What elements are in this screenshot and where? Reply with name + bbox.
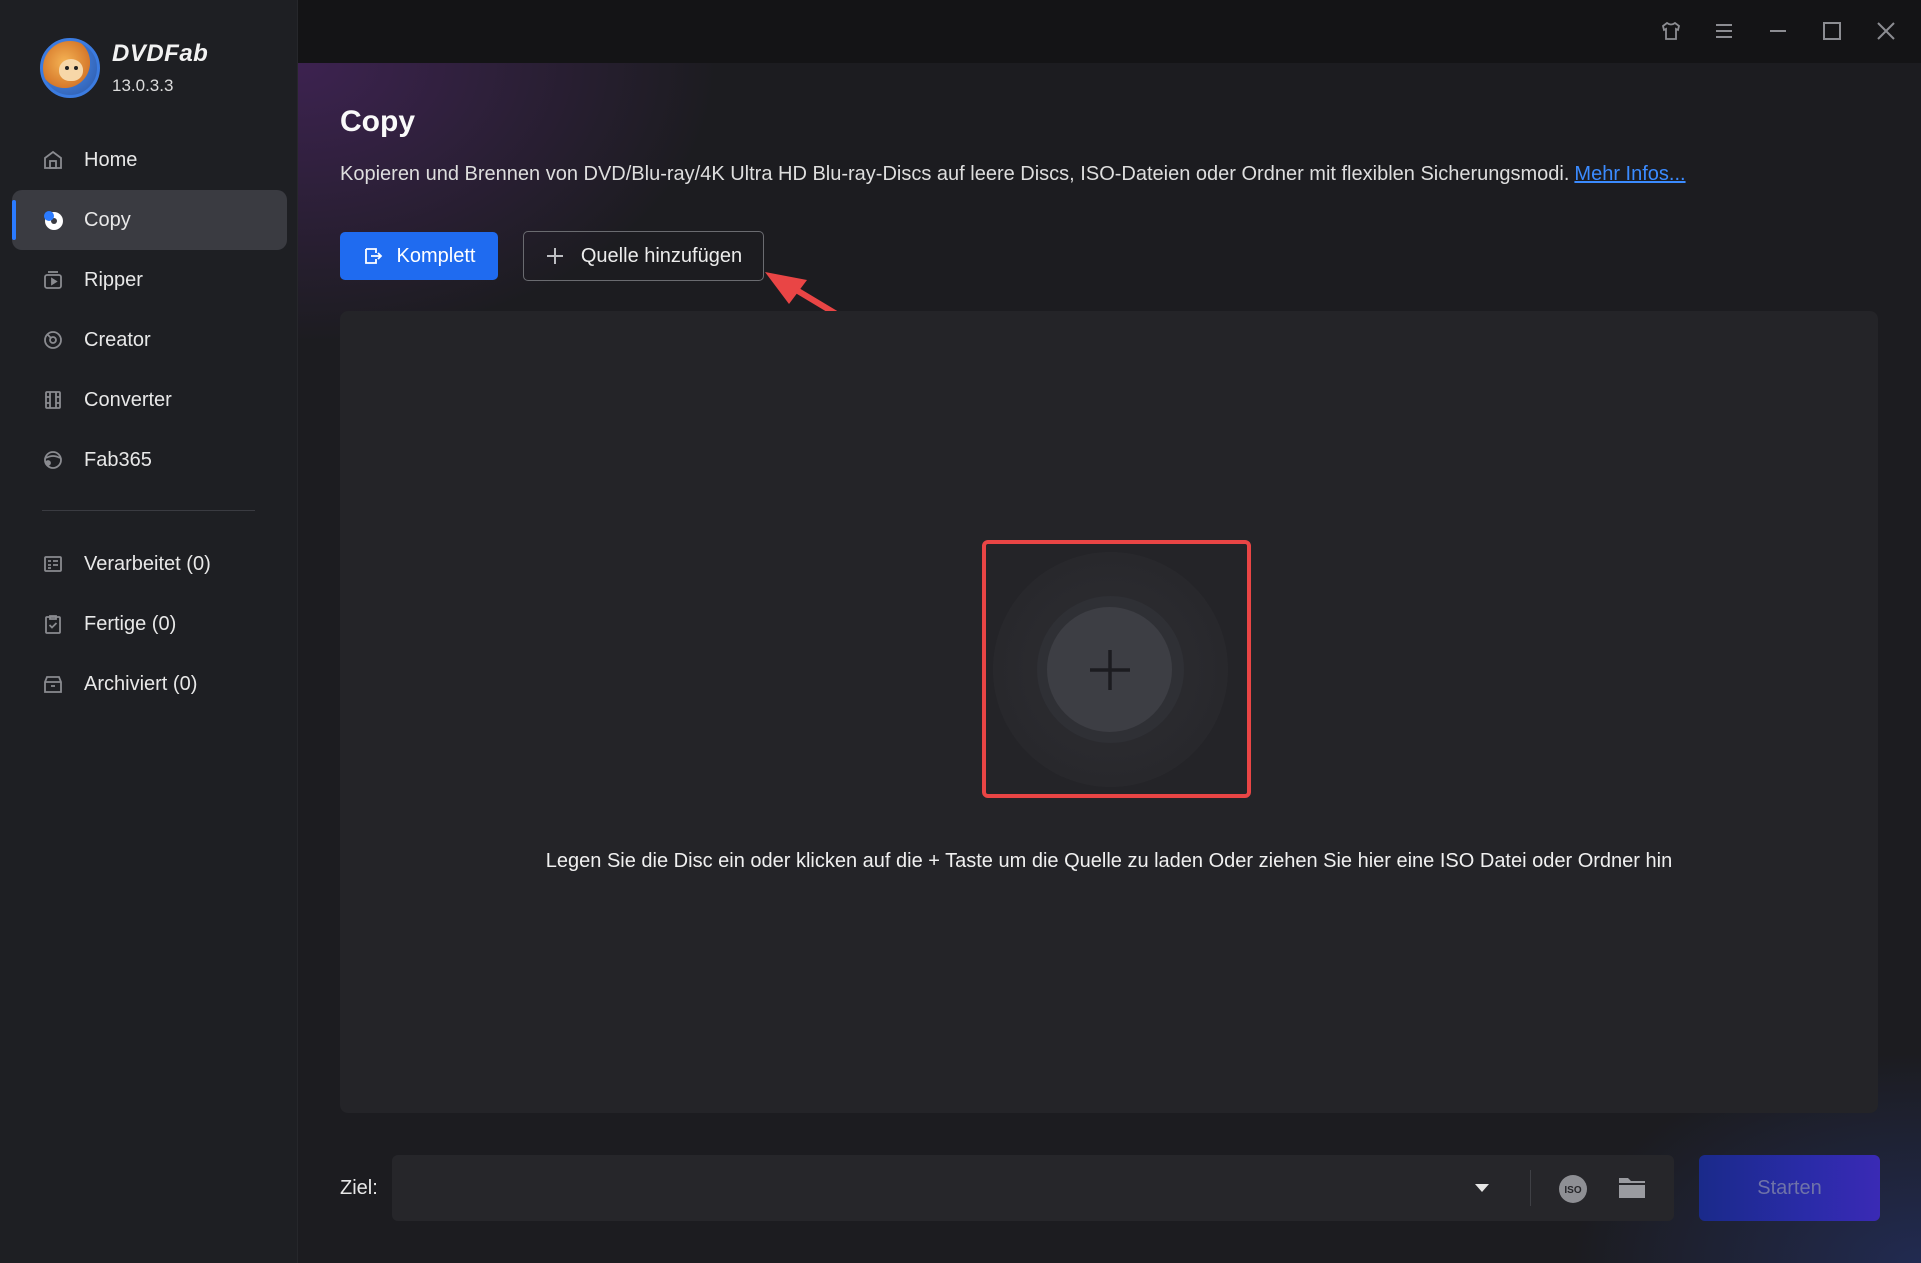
sidebar-item-label: Ripper bbox=[84, 268, 143, 291]
sidebar-item-label: Home bbox=[84, 148, 138, 171]
sidebar-item-label: Fab365 bbox=[84, 448, 152, 471]
sidebar-item-home[interactable]: Home bbox=[12, 130, 287, 190]
list-icon bbox=[42, 553, 64, 575]
shirt-skin-icon[interactable] bbox=[1658, 18, 1684, 44]
destination-dropdown-icon[interactable] bbox=[1474, 1181, 1490, 1199]
queue-nav: Verarbeitet (0) Fertige (0) Archiviert (… bbox=[12, 534, 287, 714]
sidebar-item-converter[interactable]: Converter bbox=[12, 370, 287, 430]
sidebar-item-label: Archiviert (0) bbox=[84, 672, 198, 695]
sidebar: DVDFab 13.0.3.3 Home Copy Ripper Creator… bbox=[0, 0, 298, 1263]
folder-output-button[interactable] bbox=[1617, 1175, 1647, 1206]
archive-icon bbox=[42, 673, 64, 695]
brand: DVDFab 13.0.3.3 bbox=[40, 38, 208, 98]
main-nav: Home Copy Ripper Creator Converter Fab36… bbox=[12, 130, 287, 490]
svg-text:ISO: ISO bbox=[1564, 1185, 1581, 1196]
plus-icon bbox=[1089, 649, 1130, 690]
destination-separator bbox=[1530, 1170, 1531, 1206]
sidebar-item-label: Creator bbox=[84, 328, 151, 351]
more-info-link[interactable]: Mehr Infos... bbox=[1574, 163, 1685, 185]
add-source-label: Quelle hinzufügen bbox=[580, 244, 743, 267]
copy-mode-icon bbox=[363, 246, 383, 266]
sidebar-item-ripper[interactable]: Ripper bbox=[12, 250, 287, 310]
add-source-button[interactable]: Quelle hinzufügen bbox=[523, 231, 764, 281]
sidebar-item-fab365[interactable]: Fab365 bbox=[12, 430, 287, 490]
page-description: Kopieren und Brennen von DVD/Blu-ray/4K … bbox=[340, 163, 1686, 186]
app-name: DVDFab bbox=[112, 40, 209, 67]
sidebar-item-verarbeitet[interactable]: Verarbeitet (0) bbox=[12, 534, 287, 594]
iso-output-button[interactable]: ISO bbox=[1558, 1174, 1588, 1209]
sidebar-item-archiviert[interactable]: Archiviert (0) bbox=[12, 654, 287, 714]
iso-icon: ISO bbox=[1559, 1175, 1587, 1203]
sidebar-item-creator[interactable]: Creator bbox=[12, 310, 287, 370]
sidebar-item-label: Converter bbox=[84, 388, 172, 411]
sidebar-item-label: Verarbeitet (0) bbox=[84, 552, 211, 575]
dvdfab-logo bbox=[40, 38, 100, 98]
film-icon bbox=[42, 389, 64, 411]
app-version: 13.0.3.3 bbox=[112, 76, 174, 95]
start-button[interactable]: Starten bbox=[1699, 1155, 1880, 1221]
folder-icon bbox=[1619, 1178, 1645, 1198]
sidebar-item-label: Copy bbox=[84, 208, 131, 231]
sidebar-item-fertige[interactable]: Fertige (0) bbox=[12, 594, 287, 654]
copy-mode-button[interactable]: Komplett bbox=[340, 232, 498, 280]
page-title: Copy bbox=[340, 105, 415, 138]
minimize-icon[interactable] bbox=[1765, 18, 1791, 44]
sidebar-item-copy[interactable]: Copy bbox=[12, 190, 287, 250]
copy-mode-label: Komplett bbox=[396, 244, 476, 267]
destination-label: Ziel: bbox=[340, 1177, 378, 1199]
disc-copy-icon bbox=[42, 209, 64, 231]
plus-icon bbox=[545, 246, 565, 266]
home-icon bbox=[42, 149, 64, 171]
title-bar bbox=[298, 0, 1921, 63]
menu-icon[interactable] bbox=[1711, 18, 1737, 44]
drop-hint-text: Legen Sie die Disc ein oder klicken auf … bbox=[545, 850, 1673, 872]
creator-icon bbox=[42, 329, 64, 351]
clipboard-check-icon bbox=[42, 613, 64, 635]
sidebar-item-label: Fertige (0) bbox=[84, 612, 177, 635]
add-source-plus-button[interactable] bbox=[1047, 607, 1172, 732]
ripper-icon bbox=[42, 269, 64, 291]
close-icon[interactable] bbox=[1873, 18, 1899, 44]
sidebar-divider bbox=[42, 510, 255, 511]
maximize-icon[interactable] bbox=[1819, 18, 1845, 44]
fab365-icon bbox=[42, 449, 64, 471]
description-text: Kopieren und Brennen von DVD/Blu-ray/4K … bbox=[340, 163, 1570, 185]
